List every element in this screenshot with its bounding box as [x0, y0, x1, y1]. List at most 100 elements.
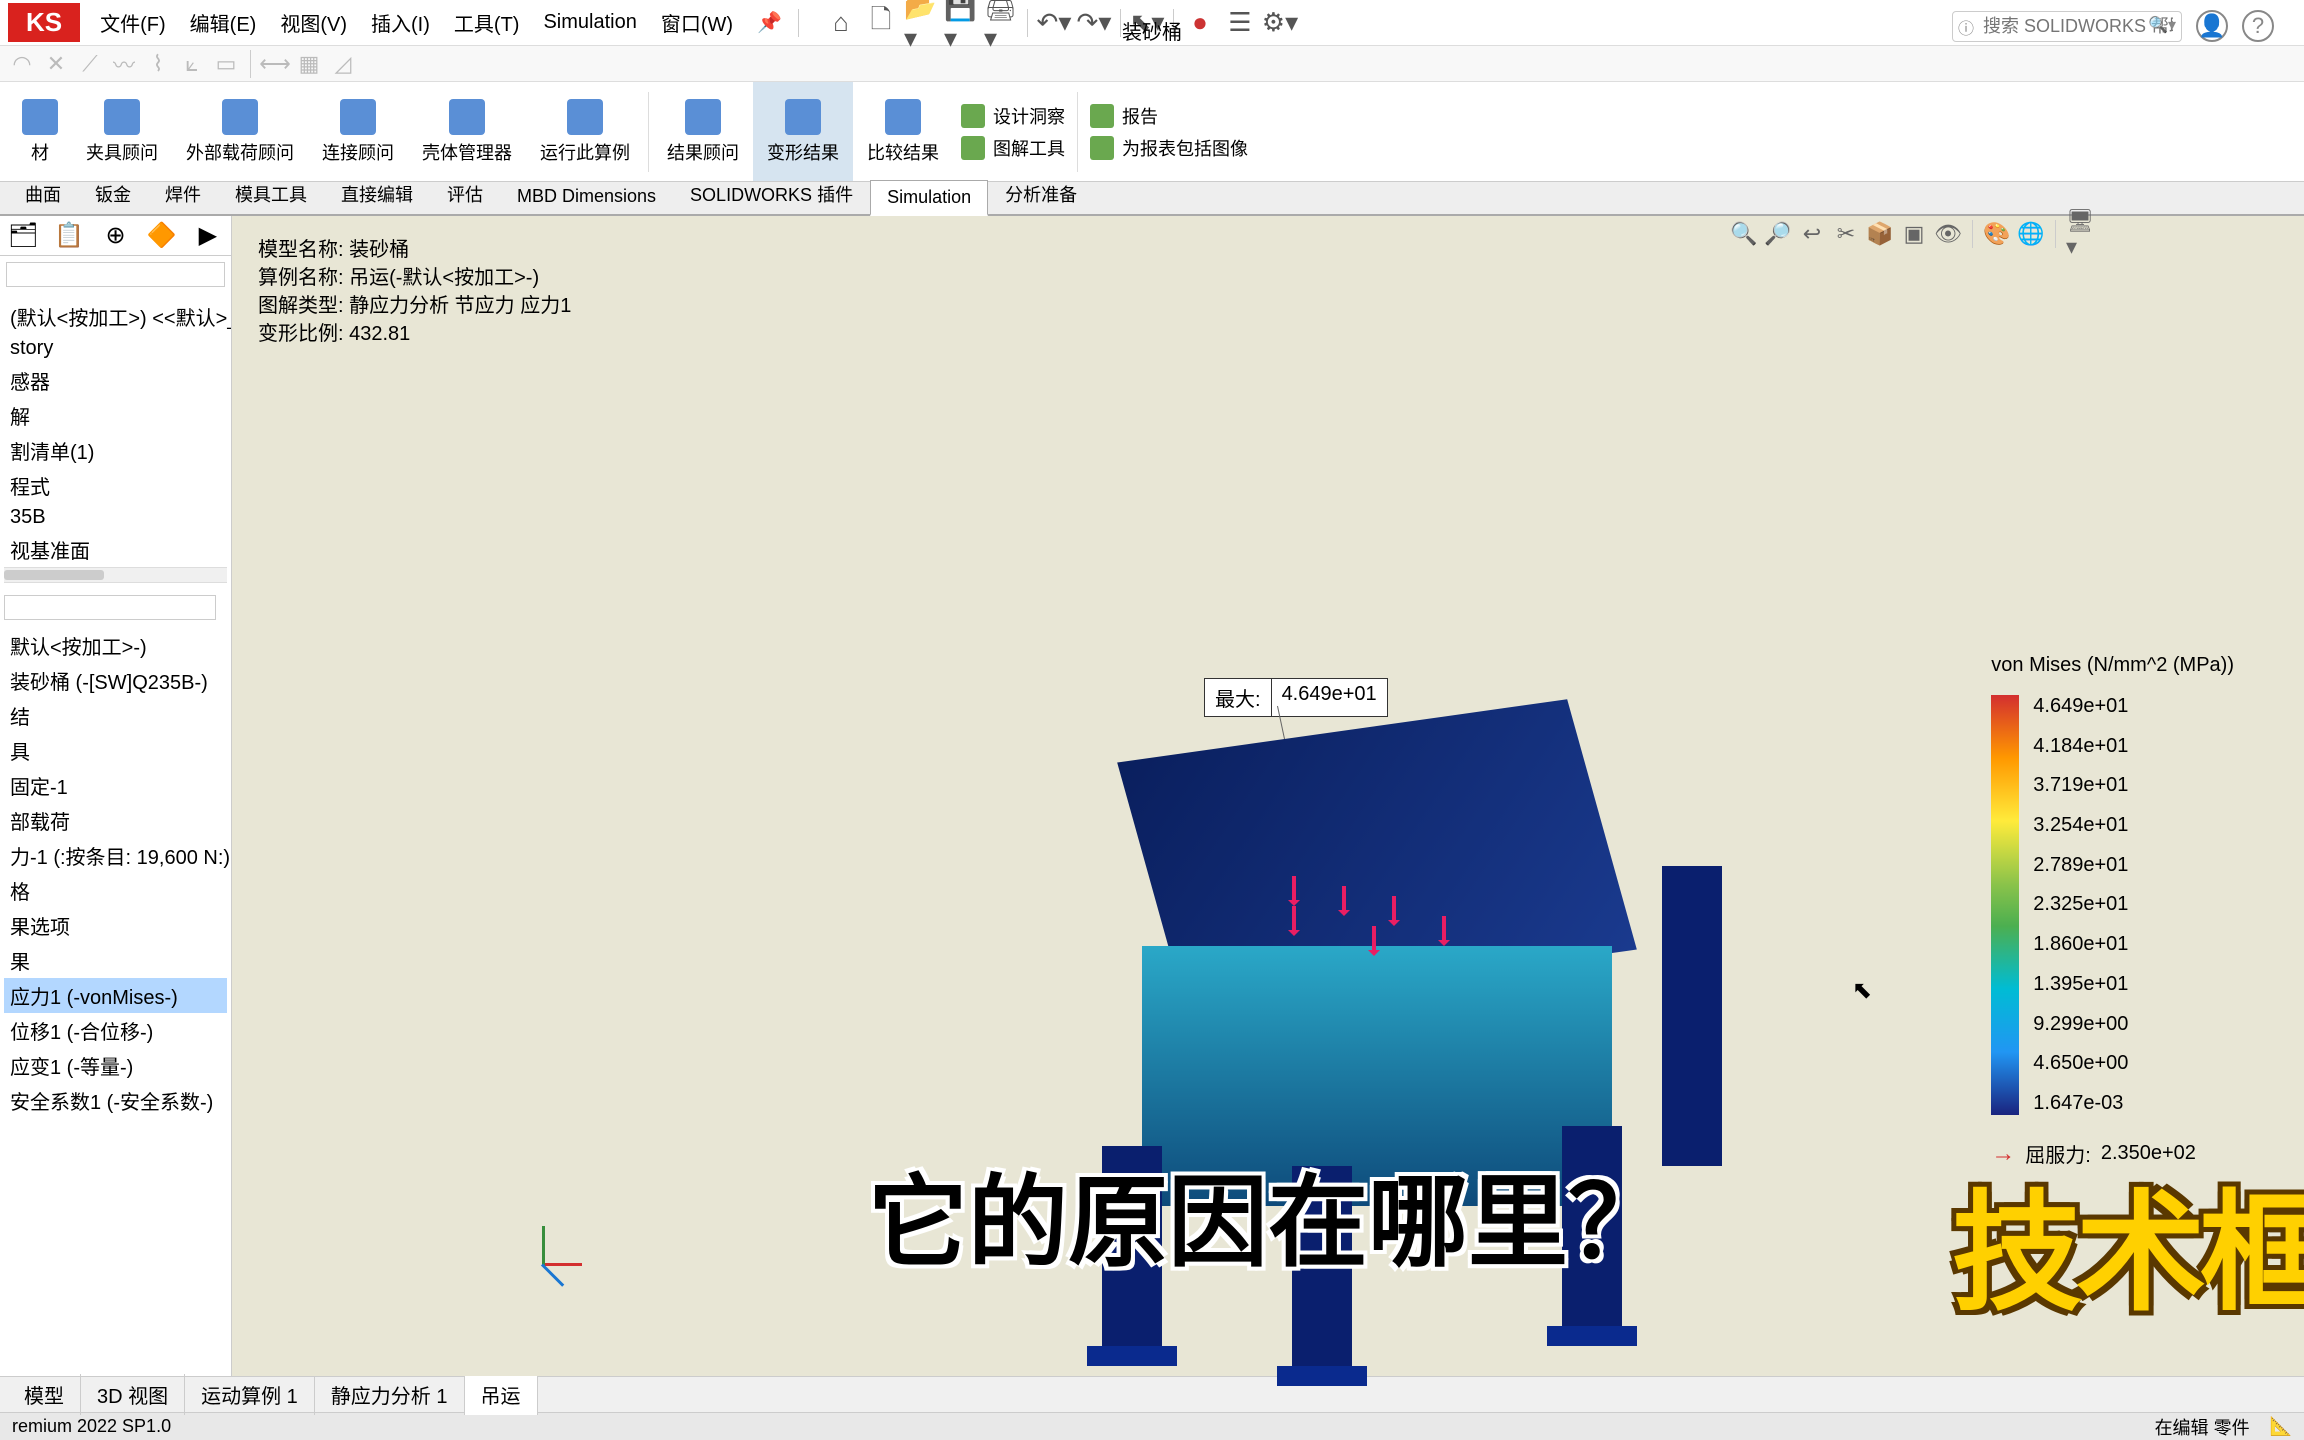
ribbon-deform[interactable]: 变形结果 — [753, 82, 853, 181]
tab-weldment[interactable]: 焊件 — [148, 174, 218, 214]
hide-show-icon[interactable]: 👁 — [1934, 220, 1962, 248]
tab-mbd[interactable]: MBD Dimensions — [500, 179, 673, 214]
tree-loads[interactable]: 部载荷 — [4, 803, 227, 838]
tree-item[interactable]: story — [4, 334, 227, 363]
tab-simulation[interactable]: Simulation — [870, 180, 988, 216]
sidetab-expand-icon[interactable]: ▶ — [185, 216, 231, 255]
open-icon[interactable]: 📂▾ — [903, 7, 939, 39]
tree-item[interactable]: 35B — [4, 503, 227, 532]
tree-stress-plot[interactable]: 应力1 (-vonMises-) — [4, 978, 227, 1013]
menu-simulation[interactable]: Simulation — [531, 11, 648, 34]
sketch-rect-icon[interactable]: ▭ — [212, 50, 240, 78]
tab-evaluate[interactable]: 评估 — [430, 174, 500, 214]
apply-scene-icon[interactable]: 🌐 — [2017, 220, 2045, 248]
menu-edit[interactable]: 编辑(E) — [178, 8, 269, 37]
tree-item[interactable]: 视基准面 — [4, 532, 227, 567]
settings-icon[interactable]: ⚙▾ — [1262, 7, 1298, 39]
new-icon[interactable]: 🗋 — [863, 7, 899, 39]
print-icon[interactable]: 🖨▾ — [983, 7, 1019, 39]
tab-analysis-prep[interactable]: 分析准备 — [988, 174, 1094, 214]
ribbon-insight[interactable]: 设计洞察 — [961, 103, 1065, 129]
tree-item[interactable]: 感器 — [4, 363, 227, 398]
sidetab-config-icon[interactable]: ⊕ — [92, 216, 138, 255]
orientation-triad[interactable] — [542, 1206, 602, 1266]
fea-model[interactable] — [1062, 726, 1702, 1406]
tree-item[interactable]: 具 — [4, 733, 227, 768]
menu-insert[interactable]: 插入(I) — [359, 8, 442, 37]
tree-filter-input[interactable] — [6, 262, 225, 287]
btab-lifting[interactable]: 吊运 — [465, 1374, 538, 1415]
tree-item[interactable]: 结 — [4, 698, 227, 733]
tree-fos-plot[interactable]: 安全系数1 (-安全系数-) — [4, 1083, 227, 1118]
menu-file[interactable]: 文件(F) — [88, 8, 178, 37]
ribbon-report[interactable]: 报告 — [1090, 103, 1248, 129]
tab-sheetmetal[interactable]: 钣金 — [78, 174, 148, 214]
ribbon-material[interactable]: 材 — [8, 82, 72, 181]
display-style-icon[interactable]: ▣ — [1900, 220, 1928, 248]
ribbon-fixtures[interactable]: 夹具顾问 — [72, 82, 172, 181]
sketch-grid-icon[interactable]: ▦ — [295, 50, 323, 78]
sketch-arc-icon[interactable]: ◠ — [8, 50, 36, 78]
save-icon[interactable]: 💾▾ — [943, 7, 979, 39]
redo-icon[interactable]: ↷▾ — [1076, 7, 1112, 39]
ribbon-compare[interactable]: 比较结果 — [853, 82, 953, 181]
tree-config[interactable]: (默认<按加工>) <<默认>_显示 — [4, 299, 227, 334]
ribbon-results[interactable]: 结果顾问 — [653, 82, 753, 181]
sketch-dim-icon[interactable]: ⟷ — [261, 50, 289, 78]
sketch-curve-icon[interactable]: ⌇ — [144, 50, 172, 78]
tree-item[interactable]: 解 — [4, 398, 227, 433]
undo-icon[interactable]: ↶▾ — [1036, 7, 1072, 39]
tree-fixture[interactable]: 固定-1 — [4, 768, 227, 803]
view-orient-icon[interactable]: 📦 — [1866, 220, 1894, 248]
home-icon[interactable]: ⌂ — [823, 7, 859, 39]
sketch-x-icon[interactable]: ✕ — [42, 50, 70, 78]
tree-force[interactable]: 力-1 (:按条目: 19,600 N:) — [4, 838, 227, 873]
sketch-eraser-icon[interactable]: ◿ — [329, 50, 357, 78]
user-icon[interactable]: 👤 — [2196, 10, 2228, 42]
tree-item[interactable]: 格 — [4, 873, 227, 908]
ribbon-include-image[interactable]: 为报表包括图像 — [1090, 135, 1248, 161]
ribbon-run[interactable]: 运行此算例 — [526, 82, 644, 181]
tree-strain-plot[interactable]: 应变1 (-等量-) — [4, 1048, 227, 1083]
btab-static[interactable]: 静应力分析 1 — [315, 1374, 465, 1415]
tab-directedit[interactable]: 直接编辑 — [324, 174, 430, 214]
menu-tools[interactable]: 工具(T) — [442, 8, 532, 37]
tree-scrollbar[interactable] — [4, 567, 227, 583]
tree-item[interactable]: 割清单(1) — [4, 433, 227, 468]
tab-surface[interactable]: 曲面 — [8, 174, 78, 214]
sketch-line-icon[interactable]: ⟋ — [76, 50, 104, 78]
menu-pin-icon[interactable]: 📌 — [745, 10, 794, 35]
sidetab-display-icon[interactable]: 🔶 — [139, 216, 185, 255]
search-magnify-icon[interactable]: 🔍▾ — [2148, 15, 2176, 35]
zoom-area-icon[interactable]: 🔎 — [1764, 220, 1792, 248]
sketch-angle-icon[interactable]: ⟀ — [178, 50, 206, 78]
tree-study-config[interactable]: 默认<按加工>-) — [4, 628, 227, 663]
edit-appearance-icon[interactable]: 🎨 — [1983, 220, 2011, 248]
study-filter-input[interactable] — [4, 595, 216, 620]
max-value-callout[interactable]: 最大: 4.649e+01 — [1204, 678, 1388, 717]
color-legend[interactable]: von Mises (N/mm^2 (MPa)) 4.649e+01 4.184… — [1991, 654, 2234, 1168]
ribbon-shell[interactable]: 壳体管理器 — [408, 82, 526, 181]
view-settings-icon[interactable]: 🖥▾ — [2066, 220, 2094, 248]
options-icon[interactable]: ☰ — [1222, 7, 1258, 39]
zoom-fit-icon[interactable]: 🔍 — [1730, 220, 1758, 248]
btab-3dview[interactable]: 3D 视图 — [81, 1374, 185, 1415]
menu-view[interactable]: 视图(V) — [268, 8, 359, 37]
sidetab-feature-icon[interactable]: 🗂 — [0, 216, 46, 255]
ribbon-connections[interactable]: 连接顾问 — [308, 82, 408, 181]
tree-item[interactable]: 果选项 — [4, 908, 227, 943]
menu-window[interactable]: 窗口(W) — [649, 8, 745, 37]
tree-item[interactable]: 程式 — [4, 468, 227, 503]
tab-addins[interactable]: SOLIDWORKS 插件 — [673, 174, 870, 214]
tree-displacement-plot[interactable]: 位移1 (-合位移-) — [4, 1013, 227, 1048]
traffic-icon[interactable]: ● — [1182, 7, 1218, 39]
btab-motion[interactable]: 运动算例 1 — [185, 1374, 315, 1415]
tab-mold[interactable]: 模具工具 — [218, 174, 324, 214]
graphics-viewport[interactable]: 🔍 🔎 ↩ ✂ 📦 ▣ 👁 🎨 🌐 🖥▾ 模型名称: 装砂桶 算例名称: 吊运(… — [232, 216, 2304, 1376]
ribbon-plot-tools[interactable]: 图解工具 — [961, 135, 1065, 161]
tree-part[interactable]: 装砂桶 (-[SW]Q235B-) — [4, 663, 227, 698]
help-icon[interactable]: ? — [2242, 10, 2274, 42]
btab-model[interactable]: 模型 — [8, 1374, 81, 1415]
ribbon-loads[interactable]: 外部载荷顾问 — [172, 82, 308, 181]
status-icon[interactable]: 📐 — [2270, 1416, 2292, 1437]
